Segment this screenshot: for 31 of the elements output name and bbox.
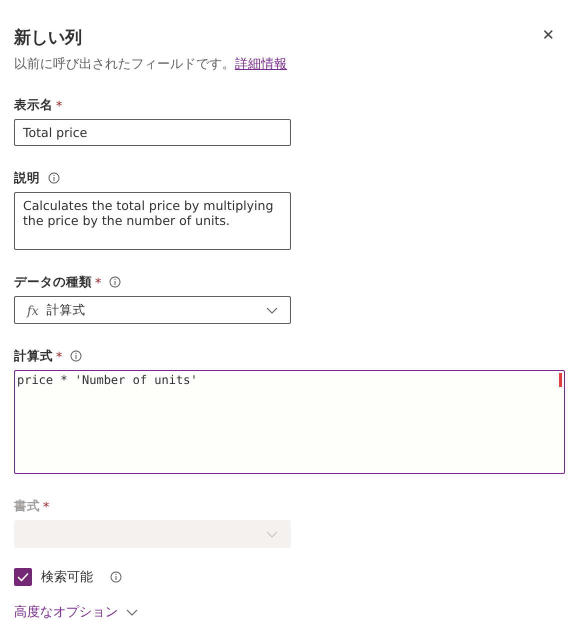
field-label: 書式 bbox=[14, 498, 40, 514]
info-icon[interactable] bbox=[110, 571, 122, 583]
advanced-options-link[interactable]: 高度なオプション bbox=[14, 603, 138, 621]
field-label: 計算式 bbox=[14, 348, 53, 364]
info-icon[interactable] bbox=[48, 172, 60, 184]
panel-title: 新しい列 bbox=[14, 27, 83, 49]
required-mark: * bbox=[43, 498, 50, 514]
required-mark: * bbox=[56, 348, 62, 364]
chevron-down-icon bbox=[266, 306, 278, 314]
checkmark-icon bbox=[17, 572, 29, 582]
formula-text: price * 'Number of units' bbox=[17, 373, 198, 387]
info-icon[interactable] bbox=[109, 276, 122, 288]
required-mark: * bbox=[56, 98, 62, 112]
field-label: データの種類 bbox=[14, 274, 92, 290]
dropdown-value: 計算式 bbox=[46, 302, 86, 318]
field-label: 表示名 bbox=[14, 96, 53, 114]
close-button[interactable]: ✕ bbox=[542, 26, 555, 44]
formula-editor[interactable]: price * 'Number of units' bbox=[14, 370, 565, 474]
info-icon[interactable] bbox=[70, 350, 82, 362]
panel-subtitle: 以前に呼び出されたフィールドです。 bbox=[14, 57, 235, 72]
text-field[interactable]: Total price bbox=[14, 119, 291, 146]
field-label: 説明 bbox=[14, 170, 40, 186]
formula-icon: fx bbox=[27, 302, 39, 318]
checkbox[interactable] bbox=[14, 568, 32, 586]
chevron-down-icon bbox=[126, 608, 138, 616]
checkbox-label: 検索可能 bbox=[41, 569, 93, 586]
chevron-down-icon bbox=[266, 530, 278, 538]
required-mark: * bbox=[95, 274, 102, 290]
dropdown[interactable]: fx 計算式 bbox=[14, 296, 291, 324]
description-field[interactable]: Calculates the total price by multiplying the price by the number of units. bbox=[14, 192, 291, 250]
learn-more-link[interactable]: 詳細情報 bbox=[235, 57, 287, 72]
